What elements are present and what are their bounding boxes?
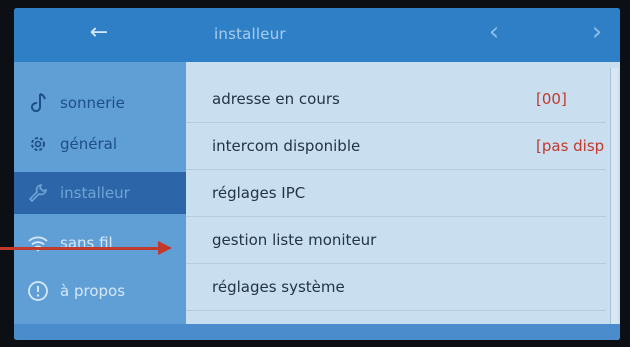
list-item[interactable]: adresse en cours [00] [186, 76, 606, 123]
chevron-left-icon[interactable]: ‹ [479, 18, 509, 48]
list-item-label: adresse en cours [212, 90, 340, 108]
list-item-value: [pas disp [536, 137, 605, 155]
sidebar-item-general[interactable]: général [14, 123, 186, 165]
wifi-icon [26, 231, 50, 255]
music-note-icon [26, 91, 50, 115]
sidebar-item-label: général [60, 135, 118, 153]
list-item-label: réglages IPC [212, 184, 306, 202]
annotation-arrow-head [158, 241, 172, 255]
annotation-arrow-line [0, 247, 160, 250]
wrench-icon [26, 181, 50, 205]
list-item-label: intercom disponible [212, 137, 361, 155]
info-icon [26, 279, 50, 303]
chevron-right-icon[interactable]: › [582, 18, 612, 48]
gear-icon [26, 132, 50, 156]
sidebar-item-label: à propos [60, 282, 126, 300]
sidebar: sonnerie général installeur sans fil à p… [14, 62, 186, 340]
back-arrow-icon[interactable]: ← [84, 18, 114, 48]
sidebar-item-a-propos[interactable]: à propos [14, 270, 186, 312]
list-item[interactable]: réglages système [186, 264, 606, 311]
sidebar-item-installeur[interactable]: installeur [14, 172, 186, 214]
list-item-value: [00] [536, 90, 567, 108]
list-item[interactable]: réglages IPC [186, 170, 606, 217]
scrollbar[interactable] [610, 68, 618, 328]
list-item[interactable]: intercom disponible [pas disp [186, 123, 606, 170]
bottom-strip [14, 324, 620, 340]
sidebar-item-sonnerie[interactable]: sonnerie [14, 82, 186, 124]
sidebar-item-label: sonnerie [60, 94, 125, 112]
list-item[interactable]: gestion liste moniteur [186, 217, 606, 264]
sidebar-item-label: installeur [60, 184, 130, 202]
top-bar: ← installeur ‹ › [14, 8, 620, 62]
device-screen: ← installeur ‹ › sonnerie général instal… [14, 8, 620, 340]
list-item-label: réglages système [212, 278, 345, 296]
page-title: installeur [214, 25, 286, 43]
settings-list: adresse en cours [00] intercom disponibl… [186, 62, 620, 340]
list-item-label: gestion liste moniteur [212, 231, 377, 249]
